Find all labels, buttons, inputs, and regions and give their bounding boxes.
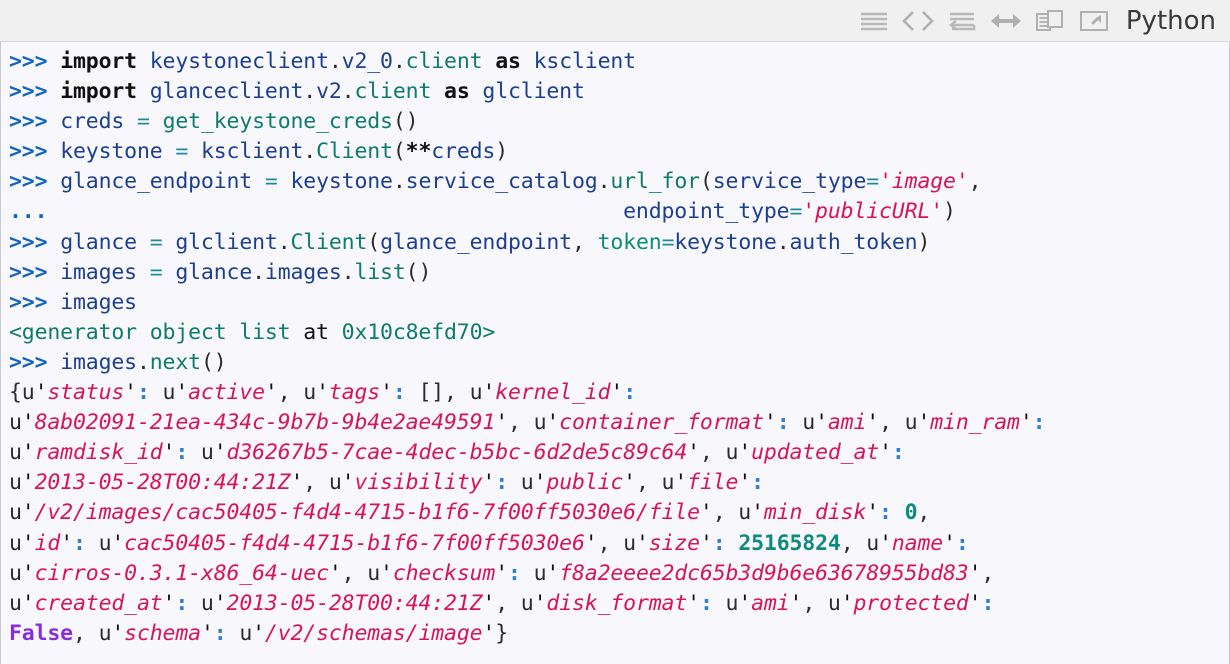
- python-console-window: Python >>> import keystoneclient.v2_0.cl…: [0, 0, 1230, 664]
- code-brackets-icon[interactable]: [898, 4, 938, 38]
- lines-icon[interactable]: [854, 4, 894, 38]
- console-line: ... endpoint_type='publicURL'): [9, 199, 956, 225]
- console-code: >>> import keystoneclient.v2_0.client as…: [9, 47, 1223, 649]
- copy-icon[interactable]: [1030, 4, 1070, 38]
- console-output-area[interactable]: >>> import keystoneclient.v2_0.client as…: [0, 42, 1230, 664]
- exchange-icon[interactable]: [942, 4, 982, 38]
- console-line: >>> glance_endpoint = keystone.service_c…: [9, 169, 982, 195]
- console-line: u'cirros-0.3.1-x86_64-uec', u'checksum':…: [9, 560, 995, 586]
- console-line: >>> glance = glclient.Client(glance_endp…: [9, 229, 931, 255]
- console-line: >>> images: [9, 289, 137, 315]
- console-line: >>> images.next(): [9, 349, 227, 375]
- console-line: u'2013-05-28T00:44:21Z', u'visibility': …: [9, 470, 764, 496]
- language-label: Python: [1125, 5, 1216, 36]
- arrows-horizontal-icon[interactable]: [986, 4, 1026, 38]
- console-line: u'ramdisk_id': u'd36267b5-7cae-4dec-b5bc…: [9, 440, 905, 466]
- console-line: >>> images = glance.images.list(): [9, 259, 432, 285]
- console-line: <generator object list at 0x10c8efd70>: [9, 319, 496, 345]
- console-line: >>> creds = get_keystone_creds(): [9, 109, 419, 135]
- console-line: {u'status': u'active', u'tags': [], u'ke…: [9, 380, 636, 406]
- popout-icon[interactable]: [1074, 4, 1114, 38]
- console-line: >>> import glanceclient.v2.client as glc…: [9, 79, 585, 105]
- console-line: u'id': u'cac50405-f4d4-4715-b1f6-7f00ff5…: [9, 530, 969, 556]
- console-line: u'8ab02091-21ea-434c-9b7b-9b4e2ae49591',…: [9, 410, 1046, 436]
- console-line: >>> keystone = ksclient.Client(**creds): [9, 139, 509, 165]
- console-line: u'/v2/images/cac50405-f4d4-4715-b1f6-7f0…: [9, 500, 931, 526]
- console-toolbar: Python: [0, 0, 1230, 42]
- console-line: False, u'schema': u'/v2/schemas/image'}: [9, 620, 509, 646]
- console-line: u'created_at': u'2013-05-28T00:44:21Z', …: [9, 590, 995, 616]
- console-line: >>> import keystoneclient.v2_0.client as…: [9, 49, 636, 74]
